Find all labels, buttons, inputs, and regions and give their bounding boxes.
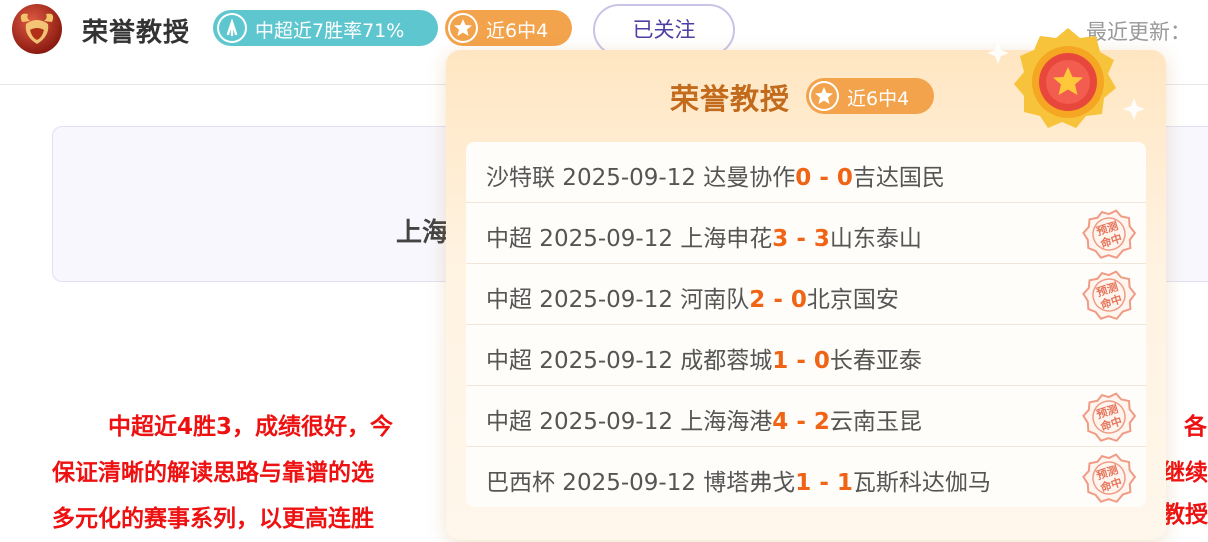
record-text: 中超 2025-09-12 河南队2 - 0北京国安 [486,280,899,314]
record-score-separator: - [788,409,814,435]
popup-streak-text: 近6中4 [847,88,910,110]
record-score-separator: - [811,470,837,496]
trend-up-icon [217,13,247,43]
record-text: 中超 2025-09-12 上海海港4 - 2云南玉昆 [486,402,922,436]
match-card-title: 上海 [396,218,449,248]
record-score-separator: - [811,165,837,191]
follow-button[interactable]: 已关注 [593,4,735,56]
record-away-score: 1 [836,470,853,496]
record-home-score: 1 [795,470,812,496]
prediction-hit-stamp-icon: 预测命中 [1082,453,1137,503]
bull-logo-icon [20,13,54,44]
record-away-score: 0 [836,165,853,191]
record-row[interactable]: 中超 2025-09-12 成都蓉城1 - 0长春亚泰 [466,325,1146,386]
popup-streak-badge: 近6中4 [806,78,934,114]
record-score-separator: - [765,287,791,313]
expert-record-popup: 荣誉教授 近6中4 沙特联 2025-09-12 达曼协作0 - 0吉达国民 中超… [446,28,1166,540]
avatar[interactable] [12,4,62,54]
record-home-score: 2 [749,287,766,313]
prediction-hit-stamp-icon: 预测命中 [1082,270,1137,320]
record-home-score: 3 [772,226,789,252]
expert-name: 荣誉教授 [82,18,191,48]
record-match-prefix: 沙特联 2025-09-12 达曼协作 [486,165,796,191]
record-score-separator: - [788,226,814,252]
intro-right-fragment: 教授 [1162,502,1208,528]
record-match-prefix: 中超 2025-09-12 上海申花 [486,226,773,252]
record-away-team: 吉达国民 [852,165,945,191]
record-score-separator: - [788,348,814,374]
record-row[interactable]: 沙特联 2025-09-12 达曼协作0 - 0吉达国民 [466,142,1146,203]
record-match-prefix: 中超 2025-09-12 河南队 [486,287,750,313]
record-text: 沙特联 2025-09-12 达曼协作0 - 0吉达国民 [486,158,945,192]
record-away-score: 0 [790,287,807,313]
record-match-prefix: 中超 2025-09-12 上海海港 [486,409,773,435]
record-row[interactable]: 中超 2025-09-12 河南队2 - 0北京国安 预测 命中 [466,264,1146,325]
medal-icon [987,28,1145,128]
win-rate-text: 中超近7胜率71% [255,20,405,42]
record-home-score: 0 [795,165,812,191]
popup-title: 荣誉教授 [670,82,791,116]
record-away-score: 0 [813,348,830,374]
star-icon [809,81,839,111]
intro-right-fragment: 继续 [1162,460,1208,486]
streak-badge: 近6中4 [445,10,572,46]
record-text: 巴西杯 2025-09-12 博塔弗戈1 - 1瓦斯科达伽马 [486,463,991,497]
record-home-score: 1 [772,348,789,374]
record-away-team: 长春亚泰 [829,348,922,374]
prediction-hit-stamp-icon: 预测命中 [1082,392,1137,442]
intro-right-fragment: 各 [1184,414,1207,440]
prediction-hit-stamp-icon: 预测命中 [1082,209,1137,259]
star-icon [448,13,478,43]
record-away-score: 3 [813,226,830,252]
record-text: 中超 2025-09-12 成都蓉城1 - 0长春亚泰 [486,341,922,375]
record-row[interactable]: 中超 2025-09-12 上海申花3 - 3山东泰山 预测 命中 [466,203,1146,264]
record-match-prefix: 中超 2025-09-12 成都蓉城 [486,348,773,374]
record-away-score: 2 [813,409,830,435]
win-rate-badge: 中超近7胜率71% [213,10,438,46]
record-away-team: 山东泰山 [829,226,922,252]
record-text: 中超 2025-09-12 上海申花3 - 3山东泰山 [486,219,922,253]
record-row[interactable]: 巴西杯 2025-09-12 博塔弗戈1 - 1瓦斯科达伽马 预测 命中 [466,447,1146,507]
record-row[interactable]: 中超 2025-09-12 上海海港4 - 2云南玉昆 预测 命中 [466,386,1146,447]
record-away-team: 瓦斯科达伽马 [852,470,991,496]
streak-text: 近6中4 [486,20,549,42]
record-match-prefix: 巴西杯 2025-09-12 博塔弗戈 [486,470,796,496]
record-home-score: 4 [772,409,789,435]
record-away-team: 云南玉昆 [829,409,922,435]
record-away-team: 北京国安 [806,287,899,313]
prediction-record-list: 沙特联 2025-09-12 达曼协作0 - 0吉达国民 中超 2025-09-1… [466,142,1146,507]
